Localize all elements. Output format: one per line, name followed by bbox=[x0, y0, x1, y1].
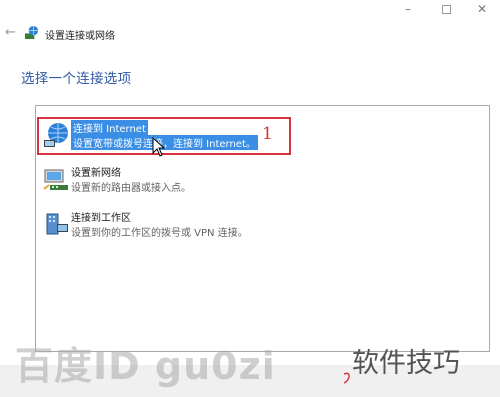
option-setup-network[interactable]: 设置新网络 设置新的路由器或接入点。 bbox=[40, 162, 480, 198]
back-arrow-icon[interactable]: ← bbox=[5, 25, 16, 40]
page-title: 选择一个连接选项 bbox=[21, 71, 132, 87]
router-setup-icon bbox=[43, 169, 68, 190]
window-title: 设置连接或网络 bbox=[45, 31, 115, 42]
watermark-text: 百度ID gu0zi bbox=[15, 344, 276, 388]
mouse-cursor-icon bbox=[152, 137, 166, 157]
option-title: 连接到工作区 bbox=[71, 213, 131, 224]
brand-text: 软件技巧 bbox=[352, 348, 460, 379]
close-button[interactable]: ✕ bbox=[464, 0, 500, 18]
option-connect-workplace[interactable]: 连接到工作区 设置到你的工作区的拨号或 VPN 连接。 bbox=[40, 207, 480, 243]
brand-logo-icon bbox=[343, 372, 350, 384]
option-title: 设置新网络 bbox=[71, 168, 121, 179]
minimize-button[interactable]: – bbox=[390, 0, 426, 18]
maximize-icon bbox=[441, 4, 451, 14]
step-number-label: 1 bbox=[262, 124, 273, 144]
maximize-button[interactable] bbox=[428, 0, 464, 18]
workplace-vpn-icon bbox=[46, 213, 68, 235]
option-description: 设置到你的工作区的拨号或 VPN 连接。 bbox=[71, 228, 248, 239]
option-description: 设置新的路由器或接入点。 bbox=[71, 183, 191, 194]
network-globe-icon bbox=[24, 25, 39, 40]
